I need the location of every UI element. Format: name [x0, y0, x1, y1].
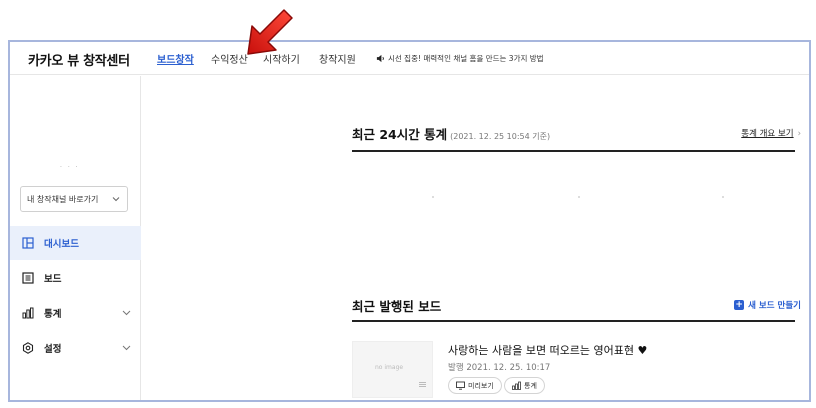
sidebar-item-label: 설정 — [44, 344, 62, 355]
post-published-date: 발행 2021. 12. 25. 10:17 — [448, 363, 551, 373]
post-thumbnail[interactable]: no image — [352, 341, 433, 398]
stats-overview-label: 통계 개요 보기 — [741, 129, 794, 139]
sidebar-item-board[interactable]: 보드 — [10, 261, 141, 295]
preview-button[interactable]: 미리보기 — [448, 377, 502, 394]
divider — [352, 320, 795, 322]
notice-text: 시선 집중! 매력적인 채널 홈을 만드는 3가지 방법 — [388, 54, 544, 63]
post-stats-label: 통계 — [524, 382, 537, 390]
notice-banner[interactable]: 시선 집중! 매력적인 채널 홈을 만드는 3가지 방법 — [376, 53, 544, 64]
channel-select[interactable]: 내 창작채널 바로가기 — [20, 186, 128, 212]
chevron-down-icon — [112, 197, 120, 202]
chevron-down-icon — [122, 345, 131, 351]
main-content: 최근 24시간 통계 (2021. 12. 25 10:54 기준) 통계 개요 … — [142, 76, 809, 400]
sidebar-item-settings[interactable]: 설정 — [10, 331, 141, 365]
sidebar-item-stats[interactable]: 통계 — [10, 296, 141, 330]
top-nav: 카카오 뷰 창작센터 보드창작 수익정산 시작하기 창작지원 시선 집중! 매력… — [10, 42, 809, 75]
divider — [352, 150, 795, 152]
loading-placeholder — [432, 196, 434, 198]
board-icon — [22, 272, 34, 284]
chevron-right-icon: › — [797, 129, 801, 139]
app-window: 카카오 뷰 창작센터 보드창작 수익정산 시작하기 창작지원 시선 집중! 매력… — [8, 40, 811, 402]
chevron-down-icon — [122, 310, 131, 316]
stats-icon — [512, 381, 521, 390]
loading-placeholder — [578, 196, 580, 198]
stats-timestamp: (2021. 12. 25 10:54 기준) — [450, 132, 551, 141]
app-logo[interactable]: 카카오 뷰 창작센터 — [28, 50, 130, 69]
nav-item-board-create[interactable]: 보드창작 — [157, 51, 194, 66]
new-board-button[interactable]: + 새 보드 만들기 — [734, 299, 801, 311]
annotation-arrow-icon — [247, 9, 293, 55]
monitor-icon — [456, 381, 465, 390]
stats-title: 최근 24시간 통계 — [352, 127, 448, 142]
channel-select-label: 내 창작채널 바로가기 — [27, 195, 99, 204]
stats-section-title: 최근 24시간 통계 (2021. 12. 25 10:54 기준) — [352, 124, 550, 143]
preview-button-label: 미리보기 — [468, 382, 494, 390]
sidebar-item-label: 대시보드 — [44, 239, 79, 250]
stats-overview-link[interactable]: 통계 개요 보기 › — [741, 127, 801, 139]
channel-profile-placeholder: · · · — [60, 164, 80, 171]
loading-placeholder — [722, 196, 724, 198]
sidebar: · · · 내 창작채널 바로가기 대시보드 보드 통계 설정 — [10, 76, 141, 400]
sidebar-item-dashboard[interactable]: 대시보드 — [10, 226, 141, 260]
settings-icon — [22, 342, 34, 354]
new-board-label: 새 보드 만들기 — [748, 301, 801, 311]
nav-item-creator-support[interactable]: 창작지원 — [319, 51, 356, 66]
speaker-icon — [376, 54, 384, 63]
menu-lines-icon — [419, 382, 426, 387]
sidebar-item-label: 통계 — [44, 309, 62, 320]
sidebar-item-label: 보드 — [44, 274, 62, 285]
post-title[interactable]: 사랑하는 사람을 보면 떠오르는 영어표현 ♥ — [448, 342, 647, 358]
thumbnail-placeholder-text: no image — [375, 364, 404, 371]
plus-icon: + — [734, 300, 745, 310]
dashboard-icon — [22, 237, 34, 249]
stats-icon — [22, 307, 34, 319]
recent-boards-title: 최근 발행된 보드 — [352, 299, 442, 314]
post-stats-button[interactable]: 통계 — [504, 377, 545, 394]
